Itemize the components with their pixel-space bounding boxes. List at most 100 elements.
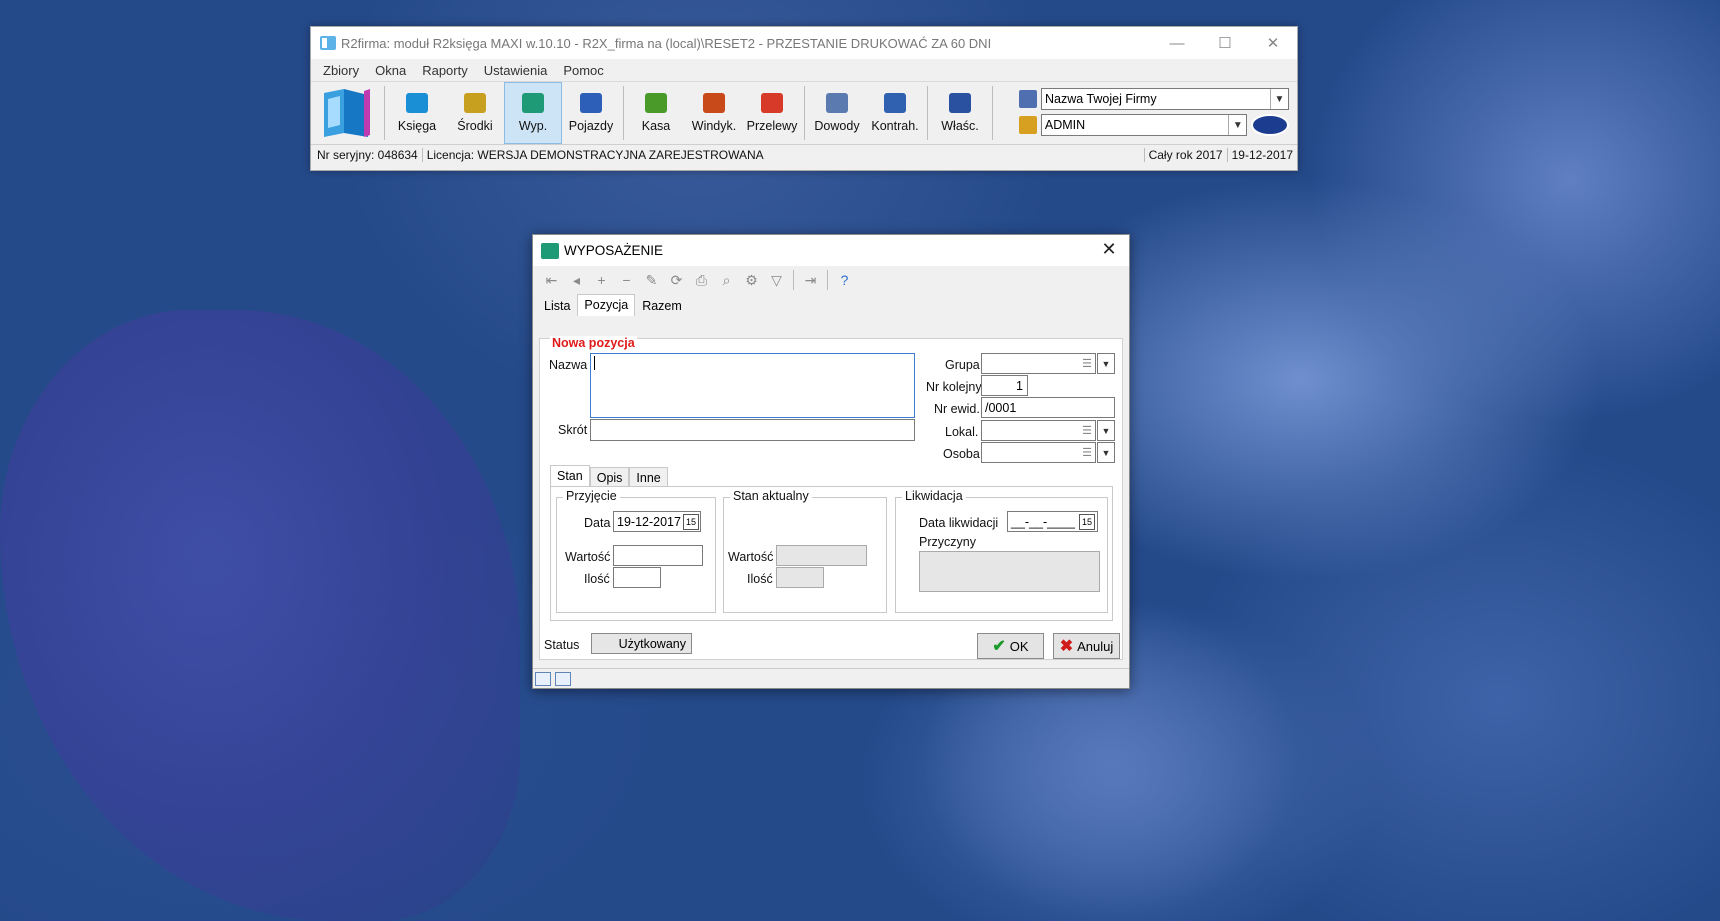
status-value: Użytkowany xyxy=(618,636,686,651)
menu-ustawienia[interactable]: Ustawienia xyxy=(476,63,556,78)
chevron-down-icon[interactable]: ▼ xyxy=(1097,442,1115,463)
toolbar-button-owner[interactable]: Właśc. xyxy=(931,82,989,144)
menu-okna[interactable]: Okna xyxy=(367,63,414,78)
first-record-icon[interactable]: ⇤ xyxy=(539,269,564,291)
help-icon[interactable]: ? xyxy=(832,269,857,291)
cancel-label: Anuluj xyxy=(1077,638,1114,654)
section-title: Nowa pozycja xyxy=(550,336,637,350)
toolbar-separator xyxy=(992,86,993,140)
app-titlebar[interactable]: R2firma: moduł R2księga MAXI w.10.10 - R… xyxy=(311,27,1297,59)
user-select-value: ADMIN xyxy=(1044,118,1086,132)
przyjecie-wartosc-label: Wartość xyxy=(565,550,611,564)
chevron-down-icon[interactable]: ▼ xyxy=(1228,115,1246,135)
przyjecie-data-label: Data xyxy=(584,516,611,530)
dialog-tabs: Lista Pozycja Razem xyxy=(533,294,1129,316)
list-icon[interactable]: ☰ xyxy=(1082,446,1092,459)
background-scarf xyxy=(0,310,520,921)
subtab-opis[interactable]: Opis xyxy=(589,467,630,487)
app-statusbar: Nr seryjny: 048634 Licencja: WERSJA DEMO… xyxy=(311,145,1297,165)
chevron-down-icon[interactable]: ▼ xyxy=(1097,420,1115,441)
refresh-icon[interactable]: ⟳ xyxy=(664,269,689,291)
nazwa-label: Nazwa xyxy=(549,358,588,372)
tab-razem[interactable]: Razem xyxy=(635,295,689,316)
r2-logo-icon[interactable] xyxy=(311,82,381,144)
period-text[interactable]: Cały rok 2017 xyxy=(1143,148,1227,162)
lokal-field[interactable]: ☰ xyxy=(981,420,1096,441)
lokal-label: Lokal. xyxy=(945,425,979,439)
toolbar-button-collection[interactable]: Windyk. xyxy=(685,82,743,144)
nr-kolejny-field[interactable]: 1 xyxy=(981,375,1028,396)
edit-record-icon[interactable]: ✎ xyxy=(639,269,664,291)
subtab-inne[interactable]: Inne xyxy=(629,467,668,487)
osoba-field[interactable]: ☰ xyxy=(981,442,1096,463)
filter-icon[interactable]: ▽ xyxy=(764,269,789,291)
toolbar-button-car[interactable]: Pojazdy xyxy=(562,82,620,144)
current-date[interactable]: 19-12-2017 xyxy=(1226,148,1297,162)
stan-wartosc-label: Wartość xyxy=(728,550,774,564)
przyczyny-label: Przyczyny xyxy=(919,535,976,549)
chevron-down-icon[interactable]: ▼ xyxy=(1097,353,1115,374)
owner-icon xyxy=(949,93,971,113)
list-icon[interactable]: ☰ xyxy=(1082,357,1092,370)
toolbar-button-label: Wyp. xyxy=(518,119,548,133)
list-icon[interactable]: ☰ xyxy=(1082,424,1092,437)
toolbar-button-monitor[interactable]: Środki xyxy=(446,82,504,144)
minimize-icon[interactable]: — xyxy=(1153,27,1201,59)
tab-pozycja[interactable]: Pozycja xyxy=(577,294,636,316)
przyjecie-ilosc-field[interactable] xyxy=(613,567,661,588)
menu-pomoc[interactable]: Pomoc xyxy=(555,63,611,78)
app-book-icon xyxy=(320,36,336,50)
nazwa-field[interactable] xyxy=(590,353,915,418)
dialog-titlebar[interactable]: WYPOSAŻENIE ✕ xyxy=(533,235,1129,266)
przyjecie-wartosc-field[interactable] xyxy=(613,545,703,566)
toolbar-button-transfer[interactable]: Przelewy xyxy=(743,82,801,144)
likwidacja-date-value: __-__-____ xyxy=(1011,514,1075,529)
cancel-button[interactable]: ✖ Anuluj xyxy=(1053,633,1120,659)
toolbar-button-documents[interactable]: Dowody xyxy=(808,82,866,144)
previous-record-icon[interactable]: ◂ xyxy=(564,269,589,291)
likwidacja-data-label: Data likwidacji xyxy=(919,516,999,530)
close-icon[interactable]: ✕ xyxy=(1097,239,1121,260)
dialog-bottom-bar xyxy=(533,668,1129,688)
toolbar-button-book[interactable]: Księga xyxy=(388,82,446,144)
menu-raporty[interactable]: Raporty xyxy=(414,63,476,78)
maximize-icon[interactable]: ☐ xyxy=(1201,27,1249,59)
ok-button[interactable]: ✔ OK xyxy=(977,633,1044,659)
add-record-icon[interactable]: + xyxy=(589,269,614,291)
grupa-field[interactable]: ☰ xyxy=(981,353,1096,374)
menubar: Zbiory Okna Raporty Ustawienia Pomoc xyxy=(311,59,1297,81)
serial-number: Nr seryjny: 048634 xyxy=(313,148,423,162)
window-icon[interactable] xyxy=(535,671,551,686)
detail-subtabs: Stan Opis Inne xyxy=(550,465,668,487)
toolbar-button-cash[interactable]: Kasa xyxy=(627,82,685,144)
nr-kolejny-value: 1 xyxy=(1016,378,1023,393)
toolbar-button-label: Pojazdy xyxy=(568,119,614,133)
nr-ewid-field[interactable]: /0001 xyxy=(981,397,1115,418)
calendar-icon[interactable]: 15 xyxy=(1079,514,1095,530)
calendar-icon[interactable]: 15 xyxy=(683,514,699,530)
settings-icon[interactable]: ⚙ xyxy=(739,269,764,291)
user-select[interactable]: ADMIN ▼ xyxy=(1040,114,1248,136)
tab-lista[interactable]: Lista xyxy=(537,295,577,316)
exit-icon[interactable]: ⇥ xyxy=(798,269,823,291)
toolbar-button-equipment[interactable]: Wyp. xyxy=(504,82,562,144)
company-select[interactable]: Nazwa Twojej Firmy ▼ xyxy=(1041,88,1289,110)
nr-ewid-value: /0001 xyxy=(985,400,1017,415)
delete-record-icon[interactable]: − xyxy=(614,269,639,291)
copy-icon[interactable] xyxy=(555,671,571,686)
toolbar-separator xyxy=(384,86,385,140)
toolbar-buttons: Księga Środki Wyp. Pojazdy Kasa Windyk. Przele… xyxy=(388,82,996,144)
skrot-field[interactable] xyxy=(590,419,915,441)
dialog-toolbar: ⇤ ◂ + − ✎ ⟳ ⎙ ⌕ ⚙ ▽ ⇥ ? xyxy=(533,266,1129,294)
close-icon[interactable]: ✕ xyxy=(1249,27,1297,59)
status-field[interactable]: Użytkowany xyxy=(591,633,692,654)
subtab-stan[interactable]: Stan xyxy=(550,465,590,487)
toolbar-button-label: Właśc. xyxy=(941,119,979,133)
collection-icon xyxy=(703,93,725,113)
find-icon[interactable]: ⌕ xyxy=(714,269,739,291)
menu-zbiory[interactable]: Zbiory xyxy=(315,63,367,78)
toolbar-button-label: Kasa xyxy=(641,119,671,133)
chevron-down-icon[interactable]: ▼ xyxy=(1270,89,1288,109)
print-icon[interactable]: ⎙ xyxy=(689,269,714,291)
toolbar-button-contractors[interactable]: Kontrah. xyxy=(866,82,924,144)
